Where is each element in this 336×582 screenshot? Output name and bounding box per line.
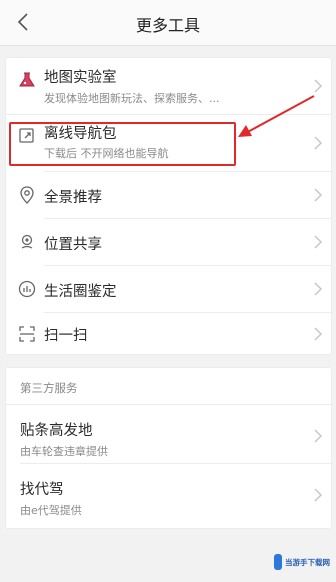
service-item-ticket-hotspot[interactable]: 贴条高发地 由车轮查违章提供 (6, 405, 331, 463)
chevron-right-icon (314, 235, 323, 249)
tool-item-offline-nav[interactable]: 离线导航包 下载后 不开网络也能导航 (6, 115, 331, 171)
back-button[interactable] (10, 9, 36, 35)
service-provider: 由e代驾提供 (20, 504, 82, 517)
chevron-right-icon (314, 488, 323, 502)
tools-list: 地图实验室 发现体验地图新玩法、探索服务、... 离线导航包 下载后 不开网络也… (6, 58, 331, 354)
chevron-right-icon (314, 136, 323, 150)
chevron-right-icon (314, 282, 323, 296)
tool-item-scan[interactable]: 扫一扫 (6, 313, 331, 354)
location-pin-icon (20, 186, 34, 204)
tool-label: 扫一扫 (44, 328, 88, 344)
service-label: 贴条高发地 (20, 423, 93, 439)
section-title: 第三方服务 (20, 381, 78, 395)
tool-label: 全景推荐 (44, 190, 102, 206)
chevron-right-icon (314, 429, 323, 443)
tool-item-life-circle[interactable]: 生活圈鉴定 (6, 266, 331, 312)
tool-subtitle: 发现体验地图新玩法、探索服务、... (44, 92, 220, 105)
tool-label: 生活圈鉴定 (44, 284, 117, 300)
tool-label: 地图实验室 (44, 70, 117, 86)
service-provider: 由车轮查违章提供 (20, 445, 108, 458)
chevron-right-icon (314, 327, 323, 341)
page-title: 更多工具 (135, 16, 200, 35)
watermark-logo: 当游手下载网 (274, 551, 330, 573)
watermark-text: 当游手下载网 (285, 557, 330, 567)
tool-item-panorama[interactable]: 全景推荐 (6, 172, 331, 218)
share-location-icon (21, 234, 33, 249)
tool-item-location-share[interactable]: 位置共享 (6, 219, 331, 265)
chevron-right-icon (314, 79, 323, 93)
top-bar: 更多工具 (0, 0, 336, 46)
life-circle-icon (18, 280, 36, 298)
tool-label: 离线导航包 (44, 126, 117, 142)
service-label: 找代驾 (20, 482, 64, 498)
chevron-right-icon (314, 188, 323, 202)
watermark-badge-icon (274, 554, 282, 570)
service-item-designated-driver[interactable]: 找代驾 由e代驾提供 (6, 464, 331, 526)
tool-label: 位置共享 (44, 237, 102, 253)
tool-subtitle: 下载后 不开网络也能导航 (44, 147, 169, 160)
scan-icon (19, 326, 35, 342)
tool-item-map-lab[interactable]: 地图实验室 发现体验地图新玩法、探索服务、... (6, 58, 331, 114)
offline-package-icon (19, 128, 34, 143)
chevron-left-icon (17, 13, 28, 31)
flask-icon (19, 72, 35, 87)
third-party-services: 第三方服务 贴条高发地 由车轮查违章提供 找代驾 由e代驾提供 (6, 368, 331, 528)
